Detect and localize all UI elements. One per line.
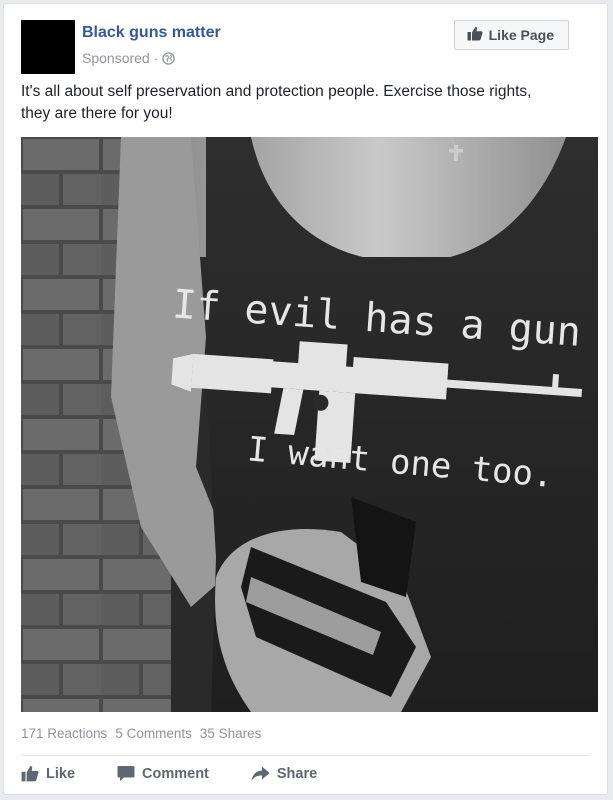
- like-label: Like: [46, 765, 76, 782]
- like-page-button[interactable]: Like Page: [453, 20, 569, 50]
- comment-icon: [117, 765, 135, 782]
- share-label: Share: [276, 765, 318, 782]
- post-meta: Sponsored ·: [82, 50, 176, 66]
- like-icon: [21, 765, 39, 782]
- share-icon: [251, 766, 270, 782]
- meta-separator: ·: [153, 50, 159, 66]
- post-text-line-2: they are there for you!: [21, 105, 173, 122]
- share-button[interactable]: Share: [251, 766, 317, 782]
- post-text: It's all about self preservation and pro…: [21, 81, 591, 125]
- engagement-stats: 171 Reactions 5 Comments 35 Shares: [21, 726, 261, 741]
- reactions-count[interactable]: 171 Reactions: [21, 726, 107, 741]
- sponsored-label[interactable]: Sponsored: [82, 50, 150, 66]
- comment-button[interactable]: Comment: [117, 765, 209, 782]
- page-avatar[interactable]: [21, 20, 75, 74]
- ad-post-card: Black guns matter Sponsored · Like Page …: [3, 3, 608, 795]
- divider: [21, 755, 590, 756]
- globe-icon: [162, 51, 176, 65]
- shares-count[interactable]: 35 Shares: [200, 726, 262, 741]
- like-button[interactable]: Like: [21, 765, 75, 782]
- comment-label: Comment: [142, 765, 209, 782]
- post-photo[interactable]: If evil has a gun I want one too.: [21, 137, 598, 712]
- post-text-line-1: It's all about self preservation and pro…: [21, 83, 532, 100]
- action-bar: Like Comment Share: [21, 765, 359, 782]
- like-page-label: Like Page: [488, 27, 554, 43]
- photo-illustration: If evil has a gun I want one too.: [21, 137, 598, 712]
- comments-count[interactable]: 5 Comments: [115, 726, 192, 741]
- page-name-link[interactable]: Black guns matter: [82, 24, 221, 42]
- thumbs-up-icon: [467, 26, 483, 44]
